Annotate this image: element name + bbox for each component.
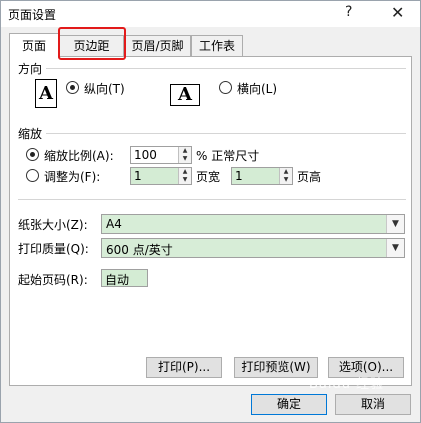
- scaling-title: 缩放: [18, 127, 43, 141]
- spin-down-icon[interactable]: ▼: [179, 155, 191, 163]
- orientation-separator: [46, 68, 406, 69]
- tab-header-footer[interactable]: 页眉/页脚: [124, 35, 191, 57]
- first-page-number-label: 起始页码(R):: [18, 273, 88, 287]
- help-button[interactable]: ?: [345, 4, 352, 20]
- landscape-label[interactable]: 横向(L): [237, 80, 277, 97]
- landscape-page-icon: A: [170, 84, 200, 106]
- spin-down-icon[interactable]: ▼: [280, 176, 292, 184]
- chevron-down-icon[interactable]: ▼: [386, 239, 404, 257]
- tab-page[interactable]: 页面: [9, 33, 59, 58]
- pages-tall-stepper[interactable]: 1 ▲ ▼: [231, 167, 293, 185]
- ok-button[interactable]: 确定: [251, 394, 327, 415]
- scale-percent-stepper[interactable]: 100 ▲ ▼: [130, 146, 192, 164]
- close-button[interactable]: ✕: [391, 3, 404, 22]
- scale-percent-value: 100: [134, 148, 157, 162]
- print-quality-value: 600 点/英寸: [106, 243, 173, 257]
- spin-down-icon[interactable]: ▼: [179, 176, 191, 184]
- first-page-number-input[interactable]: 自动: [101, 269, 148, 287]
- paper-size-value: A4: [106, 217, 122, 231]
- red-highlight-box: [58, 27, 126, 60]
- cancel-button[interactable]: 取消: [335, 394, 411, 415]
- print-preview-button[interactable]: 打印预览(W): [234, 357, 318, 378]
- paper-size-select[interactable]: A4 ▼: [101, 214, 405, 234]
- print-quality-label: 打印质量(Q):: [18, 242, 89, 256]
- portrait-page-icon: A: [35, 79, 57, 108]
- page-setup-dialog: 页面设置 ? ✕ 页面 页边距 页眉/页脚 工作表 方向 A 纵向(T) A 横…: [0, 0, 421, 423]
- page-tab-panel: 方向 A 纵向(T) A 横向(L) 缩放 缩放比例(A): 100 ▲ ▼ % …: [9, 56, 412, 386]
- adjust-to-radio[interactable]: [26, 148, 39, 161]
- spin-up-icon[interactable]: ▲: [280, 168, 292, 176]
- fit-to-label[interactable]: 调整为(F):: [44, 168, 100, 185]
- scaling-bottom-separator: [18, 199, 406, 200]
- spin-up-icon[interactable]: ▲: [179, 168, 191, 176]
- watermark-logo: Baidu 经验: [309, 377, 385, 392]
- spin-up-icon[interactable]: ▲: [179, 147, 191, 155]
- pages-tall-suffix: 页高: [297, 170, 322, 184]
- window-title: 页面设置: [8, 8, 57, 22]
- orientation-title: 方向: [18, 62, 43, 76]
- pages-wide-value: 1: [134, 169, 142, 183]
- fit-to-radio[interactable]: [26, 169, 39, 182]
- paper-size-label: 纸张大小(Z):: [18, 218, 88, 232]
- portrait-radio[interactable]: [66, 81, 79, 94]
- first-page-number-value: 自动: [105, 273, 130, 287]
- scaling-separator: [46, 133, 406, 134]
- print-button[interactable]: 打印(P)...: [146, 357, 222, 378]
- scale-percent-suffix: % 正常尺寸: [196, 149, 260, 163]
- portrait-label[interactable]: 纵向(T): [84, 80, 125, 97]
- pages-wide-stepper[interactable]: 1 ▲ ▼: [130, 167, 192, 185]
- pages-tall-value: 1: [235, 169, 243, 183]
- pages-wide-suffix: 页宽: [196, 170, 221, 184]
- landscape-radio[interactable]: [219, 81, 232, 94]
- print-quality-select[interactable]: 600 点/英寸 ▼: [101, 238, 405, 258]
- adjust-to-label[interactable]: 缩放比例(A):: [44, 147, 114, 164]
- chevron-down-icon[interactable]: ▼: [386, 215, 404, 233]
- title-bar: 页面设置 ? ✕: [1, 1, 420, 27]
- tab-sheet[interactable]: 工作表: [191, 35, 243, 57]
